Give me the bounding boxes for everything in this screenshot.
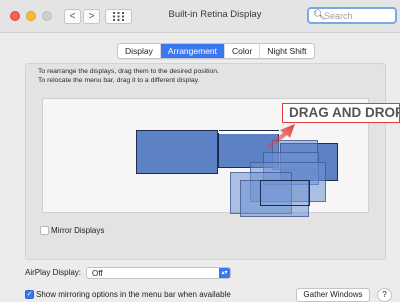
drag-arrow-icon xyxy=(265,124,295,149)
airplay-display-select[interactable]: Off ▴▾ xyxy=(86,267,231,279)
show-mirroring-checkbox[interactable]: ✓ xyxy=(25,290,34,299)
zoom-window-button[interactable] xyxy=(42,11,52,21)
window-title: Built-in Retina Display xyxy=(168,9,262,20)
grid-icon xyxy=(113,12,124,21)
help-button[interactable]: ? xyxy=(377,288,392,302)
forward-button[interactable]: > xyxy=(83,9,100,24)
tab-bar: Display Arrangement Color Night Shift xyxy=(117,43,315,59)
tab-arrangement[interactable]: Arrangement xyxy=(160,44,226,58)
instruction-line-2: To relocate the menu bar, drag it to a d… xyxy=(38,76,200,84)
search-field[interactable]: 🔍︎ Search xyxy=(307,7,397,24)
tab-display[interactable]: Display xyxy=(118,44,161,58)
window-titlebar: < > Built-in Retina Display 🔍︎ Search xyxy=(0,0,400,33)
airplay-display-label: AirPlay Display: xyxy=(25,268,82,277)
external-display[interactable] xyxy=(136,130,218,174)
mirror-displays-checkbox[interactable] xyxy=(40,226,49,235)
mirror-displays-label: Mirror Displays xyxy=(51,226,105,235)
select-arrows-icon: ▴▾ xyxy=(219,268,230,278)
instruction-line-1: To rearrange the displays, drag them to … xyxy=(38,68,219,75)
drag-and-drop-label: DRAG AND DROP xyxy=(282,103,400,123)
instructions: To rearrange the displays, drag them to … xyxy=(38,68,219,85)
show-all-grid-button[interactable] xyxy=(105,9,132,24)
display-outline xyxy=(260,180,310,206)
minimize-window-button[interactable] xyxy=(26,11,36,21)
back-button[interactable]: < xyxy=(64,9,81,24)
show-mirroring-label: Show mirroring options in the menu bar w… xyxy=(36,290,231,299)
airplay-display-value: Off xyxy=(92,269,103,278)
tab-color[interactable]: Color xyxy=(225,44,261,58)
tab-night-shift[interactable]: Night Shift xyxy=(260,44,313,58)
search-placeholder: Search xyxy=(324,11,353,21)
close-window-button[interactable] xyxy=(10,11,20,21)
gather-windows-button[interactable]: Gather Windows xyxy=(296,288,370,302)
